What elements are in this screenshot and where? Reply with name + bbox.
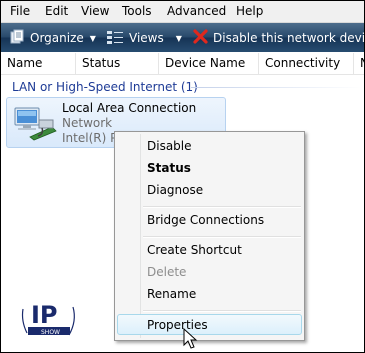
logo-show-text: SHOW <box>41 329 60 336</box>
network-adapter-icon <box>12 105 58 141</box>
network-connections-window: File Edit View Tools Advanced Help Organ… <box>0 0 365 353</box>
context-menu: Disable Status Diagnose Bridge Connectio… <box>114 131 305 341</box>
menu-edit[interactable]: Edit <box>45 4 68 18</box>
menu-item-bridge-connections[interactable]: Bridge Connections <box>147 213 264 227</box>
disable-device-button[interactable]: Disable this network device <box>193 29 365 47</box>
menu-gutter <box>140 134 141 338</box>
mouse-pointer-icon <box>183 327 199 350</box>
chevron-down-icon: ▼ <box>89 33 96 43</box>
menu-help[interactable]: Help <box>236 4 263 18</box>
group-divider <box>191 87 361 88</box>
column-n[interactable]: N <box>354 53 364 74</box>
command-toolbar: Organize ▼ Views ▼ Disable this network … <box>1 23 364 52</box>
item-status: Network <box>62 116 113 130</box>
menu-item-disable[interactable]: Disable <box>147 139 192 153</box>
menu-file[interactable]: File <box>10 4 30 18</box>
menu-separator <box>143 310 301 312</box>
chevron-down-icon: ▼ <box>175 33 182 43</box>
views-button[interactable]: Views ▼ <box>106 29 182 47</box>
column-status[interactable]: Status <box>76 53 159 74</box>
logo-ip-text: IP <box>31 301 58 329</box>
views-label: Views <box>129 31 164 45</box>
menu-bar: File Edit View Tools Advanced Help <box>1 1 364 23</box>
menu-view[interactable]: View <box>81 4 109 18</box>
menu-item-diagnose[interactable]: Diagnose <box>147 183 203 197</box>
menu-separator <box>143 206 301 208</box>
menu-tools[interactable]: Tools <box>122 4 152 18</box>
red-x-icon <box>193 29 208 47</box>
disable-device-label: Disable this network device <box>213 31 365 45</box>
column-device-name[interactable]: Device Name <box>159 53 259 74</box>
organize-button[interactable]: Organize ▼ <box>9 29 96 47</box>
menu-item-status[interactable]: Status <box>147 161 191 175</box>
group-header[interactable]: LAN or High-Speed Internet (1) <box>12 80 198 94</box>
menu-highlight <box>117 314 302 335</box>
menu-item-create-shortcut[interactable]: Create Shortcut <box>147 243 242 257</box>
organize-icon <box>9 29 25 48</box>
column-name[interactable]: Name <box>1 53 76 74</box>
menu-advanced[interactable]: Advanced <box>167 4 226 18</box>
menu-item-delete: Delete <box>147 265 187 279</box>
ipshow-logo: IP SHOW <box>19 297 79 343</box>
organize-label: Organize <box>30 31 84 45</box>
views-icon <box>106 29 124 48</box>
menu-separator <box>143 236 301 238</box>
column-headers: Name Status Device Name Connectivity N <box>1 53 364 75</box>
menu-item-rename[interactable]: Rename <box>147 287 196 301</box>
item-name: Local Area Connection <box>62 101 197 115</box>
column-connectivity[interactable]: Connectivity <box>259 53 354 74</box>
